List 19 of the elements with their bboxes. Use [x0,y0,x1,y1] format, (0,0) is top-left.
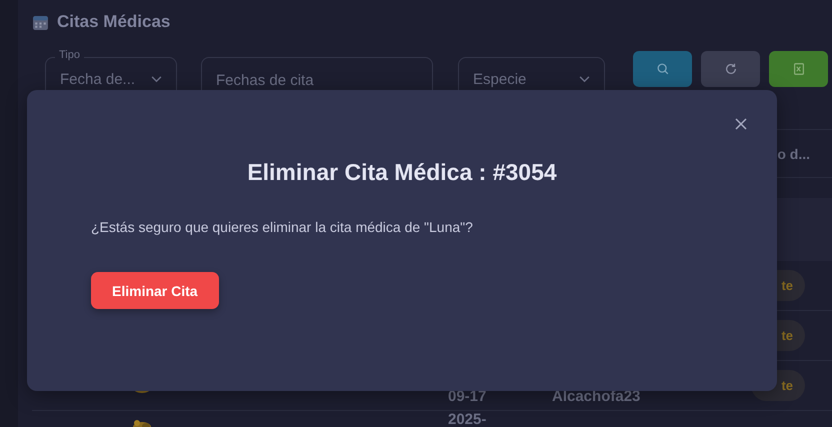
search-icon [656,62,670,76]
delete-button[interactable]: Eliminar Cita [91,272,219,309]
refresh-icon [724,62,738,76]
page-title: Citas Médicas [57,12,170,32]
owner-cell: Alcachofa23 [552,388,640,405]
refresh-button[interactable] [701,51,760,87]
excel-button[interactable] [769,51,828,87]
spreadsheet-icon [792,62,806,76]
calendar-icon [32,14,49,30]
column-header: o d... [777,146,810,162]
search-button[interactable] [633,51,692,87]
date-cell: 2025- [448,411,486,427]
date-cell: 09-17 [448,388,486,405]
field-label: Tipo [55,48,84,60]
chevron-down-icon [151,76,162,83]
chevron-down-icon [579,76,590,83]
close-button[interactable] [735,118,747,130]
dialog-message: ¿Estás seguro que quieres eliminar la cita médica de "Luna"? [91,219,474,235]
dialog-title: Eliminar Cita Médica : #3054 [246,158,558,186]
